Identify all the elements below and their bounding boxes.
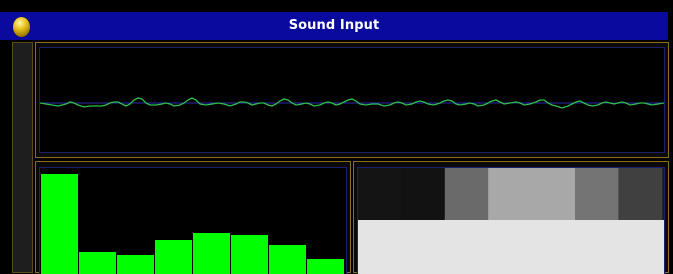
tone-lower-band xyxy=(358,220,664,274)
spectrum-bar xyxy=(41,174,78,274)
tone-swatch xyxy=(531,168,576,220)
tone-panel xyxy=(353,161,669,274)
tone-swatch xyxy=(575,168,619,220)
tone-swatch xyxy=(401,168,446,220)
spectrum-bar xyxy=(155,240,192,274)
tone-swatch xyxy=(358,168,402,220)
window-title: Sound Input xyxy=(288,18,380,33)
sound-input-window: Sound Input xyxy=(0,0,673,274)
tone-swatch xyxy=(618,168,663,220)
spectrum-bars xyxy=(41,174,344,274)
spectrum-bar xyxy=(307,259,344,274)
spectrum-bar xyxy=(269,245,306,274)
title-bar[interactable]: Sound Input xyxy=(0,12,668,41)
orb-icon[interactable] xyxy=(13,17,30,37)
tone-display xyxy=(357,167,665,274)
waveform-graph xyxy=(40,97,664,109)
waveform-display xyxy=(39,47,665,153)
tone-swatch xyxy=(444,168,489,220)
spectrum-panel xyxy=(35,161,351,274)
spectrum-bar xyxy=(231,235,268,274)
left-side-strip xyxy=(12,42,33,273)
spectrum-bar xyxy=(193,233,230,274)
spectrum-display xyxy=(39,167,347,274)
spectrum-bar xyxy=(79,252,116,274)
spectrum-bar xyxy=(117,255,154,274)
waveform-panel xyxy=(35,42,669,158)
tone-swatches xyxy=(358,168,664,274)
tone-swatch xyxy=(488,168,533,220)
